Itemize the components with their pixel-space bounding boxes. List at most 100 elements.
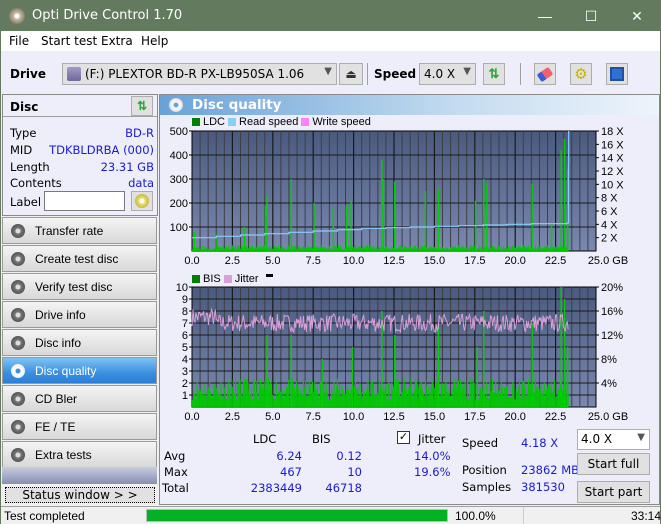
data-bar: [395, 381, 397, 407]
data-bar: [196, 381, 198, 407]
data-bar: [193, 390, 195, 407]
data-bar-peak: [531, 183, 533, 251]
test-speed-select[interactable]: 4.0 X ▼: [577, 429, 650, 450]
data-bar: [421, 389, 423, 407]
data-bar: [529, 385, 531, 407]
data-bar: [466, 247, 469, 251]
data-bar: [367, 379, 369, 407]
data-bar: [413, 389, 415, 407]
data-bar: [544, 246, 547, 251]
data-bar: [348, 389, 350, 407]
disc-label-input[interactable]: [44, 191, 125, 211]
disc-label-button[interactable]: [131, 191, 153, 211]
drive-select[interactable]: (F:) PLEXTOR BD-R PX-LB950SA 1.06 ▼: [62, 63, 337, 85]
data-bar: [309, 247, 311, 251]
nav-cd-bler[interactable]: CD Bler: [2, 385, 157, 412]
maximize-button[interactable]: ☐: [568, 1, 614, 31]
erase-button[interactable]: [534, 63, 556, 85]
status-window-button[interactable]: Status window > >: [5, 487, 155, 503]
x-tick-label: 22.5: [545, 411, 566, 423]
start-full-button[interactable]: Start full: [577, 453, 650, 475]
data-bar: [342, 389, 344, 407]
close-button[interactable]: ✕: [614, 1, 660, 31]
y-tick-label: 10: [176, 283, 188, 294]
data-bar: [445, 248, 447, 251]
data-bar: [419, 249, 421, 251]
data-bar: [287, 246, 289, 251]
data-bar: [210, 249, 212, 251]
data-bar: [480, 248, 482, 251]
settings-button[interactable]: ⚙: [570, 63, 592, 85]
data-bar: [377, 249, 379, 251]
data-bar: [410, 247, 412, 251]
menu-extra[interactable]: Extra: [101, 34, 133, 48]
data-bar: [423, 395, 426, 407]
data-bar: [465, 247, 467, 251]
data-bar: [460, 248, 462, 251]
data-bar: [334, 246, 336, 251]
data-bar: [468, 249, 470, 251]
nav-verify-test-disc[interactable]: Verify test disc: [2, 273, 157, 300]
data-bar: [341, 385, 343, 407]
data-bar: [318, 246, 320, 251]
disc-length-value: 23.31 GB: [100, 160, 154, 174]
data-bar-peak: [350, 200, 352, 251]
data-bar: [461, 389, 463, 407]
data-bar: [471, 384, 473, 407]
nav-create-test-disc[interactable]: Create test disc: [2, 245, 157, 272]
data-bar: [376, 394, 378, 407]
nav-disc-info[interactable]: Disc info: [2, 329, 157, 356]
x-tick-label: 10.0: [343, 411, 364, 423]
data-bar: [314, 380, 316, 407]
nav-transfer-rate[interactable]: Transfer rate: [2, 217, 157, 244]
y-tick-label: 3: [182, 366, 188, 378]
data-bar: [303, 248, 306, 251]
data-bar: [501, 386, 504, 407]
data-bar: [344, 394, 346, 407]
data-bar: [417, 247, 419, 251]
data-bar: [474, 399, 476, 407]
data-bar: [346, 247, 349, 251]
nav-extra-tests[interactable]: Extra tests: [2, 441, 157, 468]
nav-disc-quality[interactable]: Disc quality: [2, 357, 157, 384]
x-tick-label: 0.0: [184, 255, 199, 267]
data-bar: [192, 399, 194, 407]
data-bar: [362, 245, 364, 251]
menu-start-test[interactable]: Start test: [41, 34, 97, 48]
data-bar: [296, 381, 298, 407]
menu-file[interactable]: File: [9, 34, 29, 48]
disc-header: Disc ⇅: [3, 95, 157, 117]
data-bar: [339, 383, 341, 407]
minimize-button[interactable]: —: [522, 1, 568, 31]
data-bar: [197, 390, 199, 407]
data-bar: [375, 248, 377, 251]
nav-drive-info[interactable]: Drive info: [2, 301, 157, 328]
data-bar: [540, 384, 542, 407]
nav-fe-te[interactable]: FE / TE: [2, 413, 157, 440]
data-bar: [372, 246, 375, 251]
data-bar: [236, 399, 238, 407]
data-bar-peak: [394, 335, 396, 407]
data-bar: [464, 248, 466, 251]
data-bar: [294, 391, 297, 407]
data-bar: [558, 247, 560, 251]
y-tick-label: 2: [182, 378, 188, 390]
speed-select[interactable]: 4.0 X ▼: [419, 63, 476, 85]
app-disc-icon: [9, 8, 25, 24]
data-bar: [422, 247, 424, 251]
eject-button[interactable]: ⏏: [339, 63, 363, 85]
data-bar: [478, 248, 480, 251]
data-bar: [514, 399, 516, 407]
data-bar: [508, 247, 510, 251]
start-part-button[interactable]: Start part: [577, 481, 650, 503]
save-button[interactable]: [606, 63, 628, 85]
data-bar: [213, 248, 215, 251]
data-bar: [195, 247, 197, 251]
data-bar: [300, 248, 302, 251]
refresh-button[interactable]: ⇅: [483, 63, 505, 85]
menu-help[interactable]: Help: [141, 34, 168, 48]
data-bar: [258, 248, 260, 251]
disc-refresh-button[interactable]: ⇅: [131, 96, 153, 116]
data-bar: [247, 382, 249, 407]
jitter-checkbox[interactable]: ✓: [397, 431, 410, 444]
